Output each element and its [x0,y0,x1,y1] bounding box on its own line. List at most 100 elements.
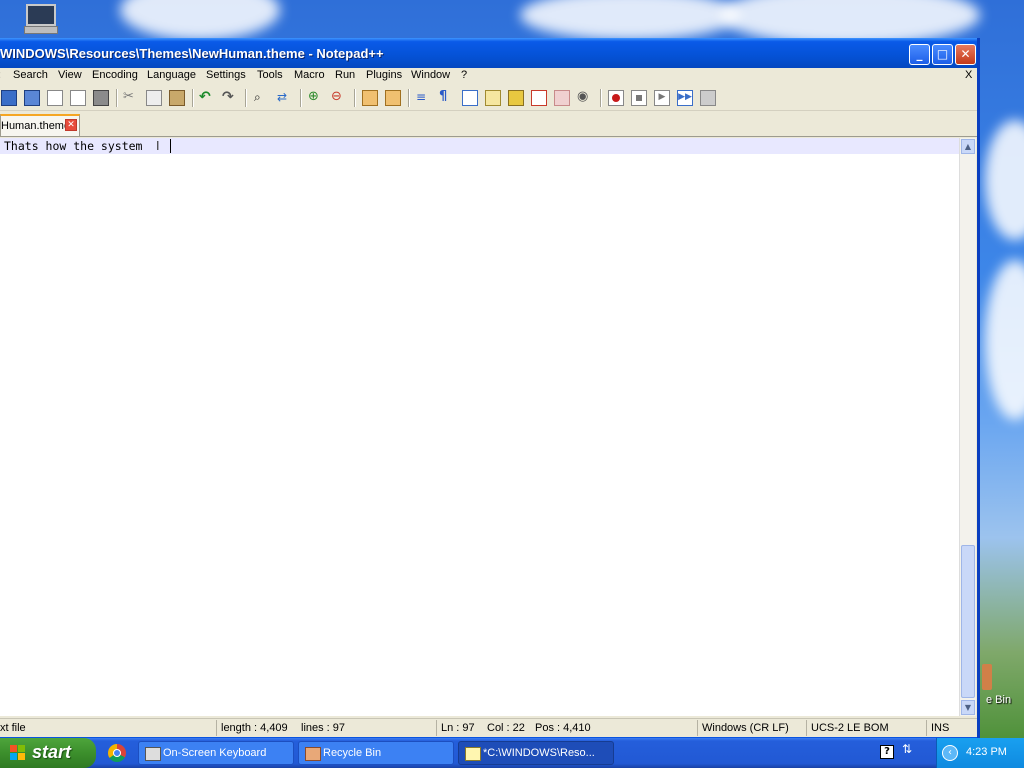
save-icon[interactable] [1,90,17,106]
vertical-scrollbar[interactable]: ▲ ▼ [959,138,976,716]
background-cloud [520,0,740,40]
sync-horizontal-icon[interactable] [385,90,401,106]
stop-macro-icon[interactable] [631,90,647,106]
toolbar-separator [192,89,194,107]
status-eol[interactable]: Windows (CR LF) [702,722,789,734]
replace-icon[interactable]: ⇄ [277,90,293,106]
status-divider [436,720,437,736]
help-icon[interactable]: ? [880,745,894,759]
start-label: start [32,742,72,762]
run-macro-multiple-icon[interactable]: ▶▶ [677,90,693,106]
tab-label: Human.theme [1,120,71,132]
play-macro-icon[interactable]: ▶ [654,90,670,106]
windows-flag-icon [10,745,25,760]
tray-expand-icon[interactable]: ‹ [942,745,958,761]
close-button[interactable]: ✕ [955,44,976,65]
keyboard-icon [145,747,161,761]
find-icon[interactable]: ⌕ [254,90,270,106]
task-notepadpp[interactable]: *C:\WINDOWS\Reso... [458,741,614,765]
status-bar: xt file length : 4,409 lines : 97 Ln : 9… [0,718,977,737]
recycle-bin-icon [305,747,321,761]
editor-line-text: Thats how the system [4,139,143,153]
menu-tools[interactable]: Tools [257,69,283,81]
menu-language[interactable]: Language [147,69,196,81]
toolbar: ✂ ↶ ↷ ⌕ ⇄ ⊕ ⊖ ≡ ¶ ◉ ▶ ▶▶ [0,86,977,111]
task-label: Recycle Bin [323,747,382,759]
status-insert-mode[interactable]: INS [931,722,949,734]
toolbar-separator [245,89,247,107]
menu-search[interactable]: Search [13,69,48,81]
recycle-bin-desktop-icon[interactable] [982,664,992,690]
menu-bar: : Search View Encoding Language Settings… [0,68,977,84]
background-cloud [985,120,1024,240]
redo-icon[interactable]: ↷ [222,90,238,106]
background-cloud [120,0,280,40]
menu-macro[interactable]: Macro [294,69,325,81]
user-language-icon[interactable] [485,90,501,106]
status-encoding[interactable]: UCS-2 LE BOM [811,722,889,734]
close-file-icon[interactable] [47,90,63,106]
menu-view[interactable]: View [58,69,82,81]
menu-run[interactable]: Run [335,69,355,81]
ibeam-cursor-icon: I [156,139,160,153]
scroll-up-arrow-icon[interactable]: ▲ [961,139,975,154]
toolbar-separator [600,89,602,107]
save-macro-icon[interactable] [700,90,716,106]
zoom-in-icon[interactable]: ⊕ [308,90,324,106]
task-label: *C:\WINDOWS\Reso... [483,747,595,759]
task-onscreen-keyboard[interactable]: On-Screen Keyboard [138,741,294,765]
editor-area[interactable]: Thats how the system I [0,138,959,716]
tab-bar: Human.theme ✕ [0,112,977,137]
maximize-button[interactable]: □ [932,44,953,65]
menu-window[interactable]: Window [411,69,450,81]
menu-file-fragment[interactable]: : [0,69,1,81]
scroll-down-arrow-icon[interactable]: ▼ [961,700,975,715]
save-all-icon[interactable] [24,90,40,106]
title-bar[interactable]: WINDOWS\Resources\Themes\NewHuman.theme … [0,38,977,68]
taskbar: start On-Screen Keyboard Recycle Bin *C:… [0,738,1024,768]
chrome-quicklaunch-icon[interactable] [108,744,126,762]
status-lines: lines : 97 [301,722,346,734]
start-button[interactable]: start [0,738,96,768]
cut-icon[interactable]: ✂ [123,90,139,106]
function-list-icon[interactable] [531,90,547,106]
doc-map-icon[interactable] [508,90,524,106]
minimize-button[interactable]: _ [909,44,930,65]
close-all-icon[interactable] [70,90,86,106]
tab-newhuman-theme[interactable]: Human.theme ✕ [0,114,80,136]
word-wrap-icon[interactable]: ≡ [416,90,432,106]
recycle-bin-desktop-label[interactable]: e Bin [986,694,1011,706]
current-line-highlight [0,138,959,154]
menu-plugins[interactable]: Plugins [366,69,402,81]
record-macro-icon[interactable] [608,90,624,106]
status-position: Pos : 4,410 [535,722,591,734]
indent-guide-icon[interactable] [462,90,478,106]
close-document-x[interactable]: X [965,69,972,81]
print-icon[interactable] [93,90,109,106]
text-caret [170,139,171,153]
menu-encoding[interactable]: Encoding [92,69,138,81]
monitoring-icon[interactable]: ◉ [577,90,593,106]
task-recycle-bin[interactable]: Recycle Bin [298,741,454,765]
copy-icon[interactable] [146,90,162,106]
undo-icon[interactable]: ↶ [199,90,215,106]
toolbar-separator [300,89,302,107]
show-all-chars-icon[interactable]: ¶ [439,90,455,106]
clock[interactable]: 4:23 PM [966,746,1007,758]
sync-vertical-icon[interactable] [362,90,378,106]
menu-settings[interactable]: Settings [206,69,246,81]
my-computer-icon[interactable] [22,2,58,34]
toolbar-separator [116,89,118,107]
folder-workspace-icon[interactable] [554,90,570,106]
menu-help[interactable]: ? [461,69,467,81]
status-divider [216,720,217,736]
zoom-out-icon[interactable]: ⊖ [331,90,347,106]
paste-icon[interactable] [169,90,185,106]
scrollbar-thumb[interactable] [961,545,975,698]
status-divider [926,720,927,736]
status-line-number: Ln : 97 [441,722,475,734]
toolbar-separator [408,89,410,107]
language-bar-icon[interactable]: ⇅ [902,742,912,756]
tab-close-icon[interactable]: ✕ [65,119,77,131]
status-divider [806,720,807,736]
